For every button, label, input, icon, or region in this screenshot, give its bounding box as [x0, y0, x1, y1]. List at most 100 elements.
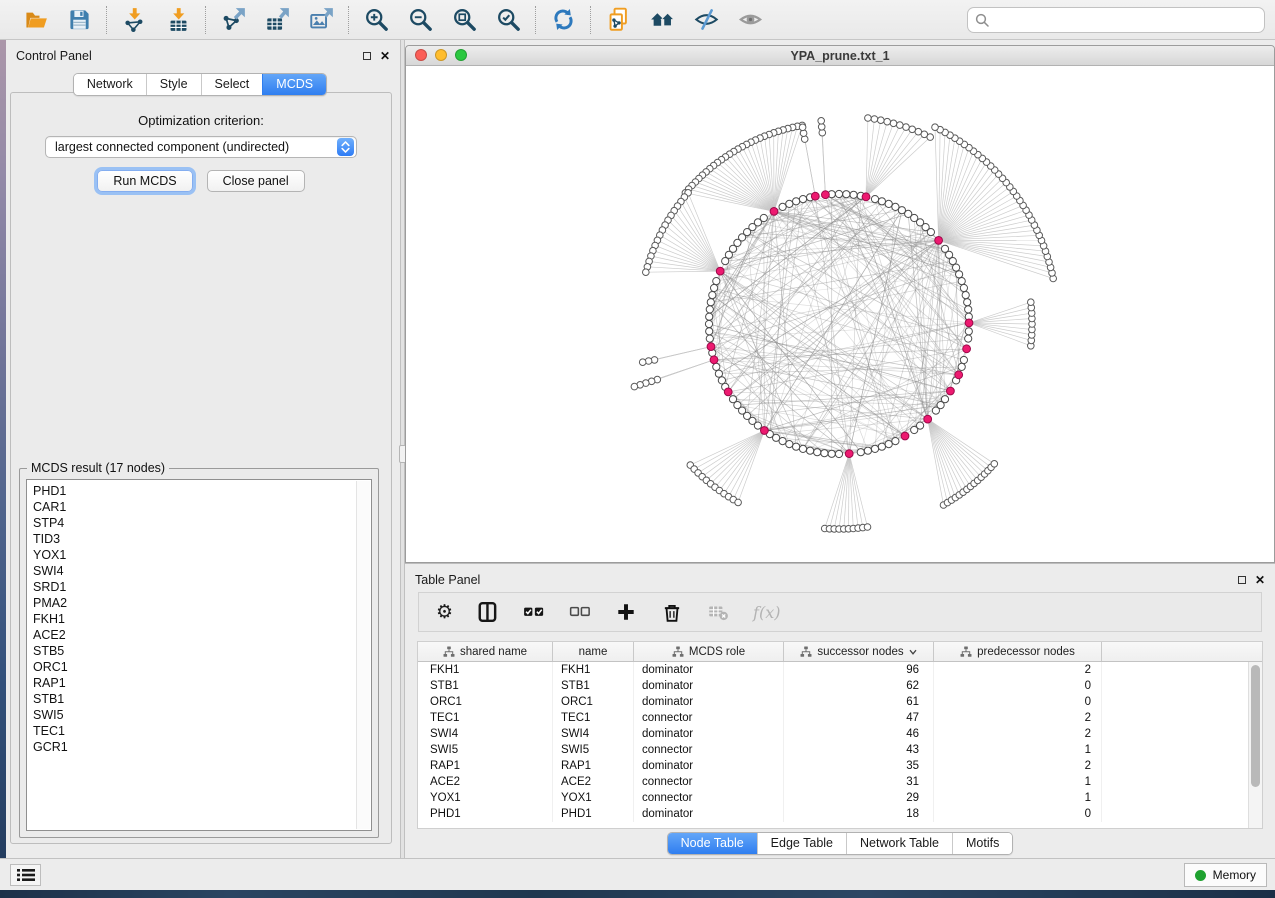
- table-scrollbar[interactable]: [1248, 662, 1262, 828]
- settings-gear-button[interactable]: ⚙: [436, 599, 453, 625]
- deselect-all-button[interactable]: [569, 599, 591, 625]
- zoom-in-icon: [364, 7, 389, 32]
- zoom-fit-button[interactable]: [450, 6, 478, 34]
- toolbar-group: [349, 6, 535, 34]
- table-cell: connector: [634, 790, 784, 806]
- export-image-button[interactable]: [307, 6, 335, 34]
- mcds-result-list[interactable]: PHD1CAR1STP4TID3YOX1SWI4SRD1PMA2FKH1ACE2…: [26, 479, 372, 831]
- mcds-result-item[interactable]: TEC1: [33, 723, 371, 739]
- zoom-in-button[interactable]: [362, 6, 390, 34]
- mcds-result-item[interactable]: SWI4: [33, 563, 371, 579]
- table-cell: RAP1: [418, 758, 553, 774]
- table-row[interactable]: SWI4SWI4dominator462: [418, 726, 1248, 742]
- network-analyzer-button[interactable]: [648, 6, 676, 34]
- mcds-result-item[interactable]: SRD1: [33, 579, 371, 595]
- tab-motifs[interactable]: Motifs: [952, 833, 1012, 854]
- table-cell: 43: [784, 742, 934, 758]
- import-network-button[interactable]: [120, 6, 148, 34]
- table-row[interactable]: SWI5SWI5connector431: [418, 742, 1248, 758]
- network-canvas[interactable]: [406, 66, 1274, 562]
- window-minimize-button[interactable]: [435, 49, 447, 61]
- refresh-button[interactable]: [549, 6, 577, 34]
- window-close-button[interactable]: [415, 49, 427, 61]
- control-panel-float-button[interactable]: [363, 52, 371, 60]
- search-box[interactable]: [967, 7, 1265, 33]
- table-row[interactable]: RAP1RAP1dominator352: [418, 758, 1248, 774]
- mcds-result-item[interactable]: PMA2: [33, 595, 371, 611]
- mcds-result-item[interactable]: STB1: [33, 691, 371, 707]
- table-row[interactable]: STB1STB1dominator620: [418, 678, 1248, 694]
- show-panels-menu-button[interactable]: [10, 864, 41, 886]
- control-panel-titlebar: Control Panel ✕: [6, 40, 400, 68]
- column-label: name: [579, 646, 608, 658]
- mcds-result-item[interactable]: CAR1: [33, 499, 371, 515]
- column-header-mcds-role[interactable]: MCDS role: [634, 642, 784, 661]
- table-row[interactable]: TEC1TEC1connector472: [418, 710, 1248, 726]
- memory-button[interactable]: Memory: [1184, 863, 1267, 887]
- column-header-successor-nodes[interactable]: successor nodes: [784, 642, 934, 661]
- column-header-predecessor-nodes[interactable]: predecessor nodes: [934, 642, 1102, 661]
- mcds-result-item[interactable]: RAP1: [33, 675, 371, 691]
- column-header-name[interactable]: name: [553, 642, 634, 661]
- zoom-fit-icon: [452, 7, 477, 32]
- hide-graphics-button[interactable]: [692, 6, 720, 34]
- mcds-list-scrollbar[interactable]: [356, 481, 370, 829]
- table-row[interactable]: ACE2ACE2connector311: [418, 774, 1248, 790]
- table-row[interactable]: PHD1PHD1dominator180: [418, 806, 1248, 822]
- export-network-button[interactable]: [219, 6, 247, 34]
- table-scrollbar-thumb[interactable]: [1251, 665, 1260, 787]
- close-panel-button[interactable]: Close panel: [207, 170, 305, 192]
- tab-edge-table[interactable]: Edge Table: [757, 833, 846, 854]
- import-table-button[interactable]: [164, 6, 192, 34]
- control-panel-title: Control Panel: [16, 45, 363, 63]
- mcds-result-item[interactable]: SWI5: [33, 707, 371, 723]
- mcds-result-item[interactable]: STB5: [33, 643, 371, 659]
- table-panel-close-button[interactable]: ✕: [1255, 574, 1265, 586]
- table-row[interactable]: ORC1ORC1dominator610: [418, 694, 1248, 710]
- clone-network-button[interactable]: [604, 6, 632, 34]
- tab-select[interactable]: Select: [201, 74, 263, 95]
- search-input[interactable]: [994, 12, 1257, 28]
- tab-style[interactable]: Style: [146, 74, 201, 95]
- tab-node-table[interactable]: Node Table: [668, 833, 757, 854]
- save-button[interactable]: [65, 6, 93, 34]
- zoom-selected-button[interactable]: [494, 6, 522, 34]
- run-mcds-button[interactable]: Run MCDS: [97, 170, 192, 192]
- mcds-result-item[interactable]: FKH1: [33, 611, 371, 627]
- delete-entry-button[interactable]: [661, 599, 683, 625]
- export-table-button[interactable]: [263, 6, 291, 34]
- mcds-result-item[interactable]: PHD1: [33, 483, 371, 499]
- mcds-result-item[interactable]: TID3: [33, 531, 371, 547]
- table-row[interactable]: FKH1FKH1dominator962: [418, 662, 1248, 678]
- optimization-criterion-select[interactable]: largest connected component (undirected): [45, 136, 357, 158]
- optimization-criterion-value: largest connected component (undirected): [46, 140, 337, 154]
- mcds-result-item[interactable]: ACE2: [33, 627, 371, 643]
- settings-gear-icon: ⚙: [436, 603, 453, 622]
- column-header-shared-name[interactable]: shared name: [418, 642, 553, 661]
- mcds-result-item[interactable]: ORC1: [33, 659, 371, 675]
- table-cell: SWI5: [418, 742, 553, 758]
- table-body: FKH1FKH1dominator962STB1STB1dominator620…: [418, 662, 1248, 828]
- function-builder-button[interactable]: f(x): [753, 599, 780, 625]
- mcds-result-item[interactable]: YOX1: [33, 547, 371, 563]
- add-entry-button[interactable]: [615, 599, 637, 625]
- delete-table-button[interactable]: [707, 599, 729, 625]
- network-window-titlebar: YPA_prune.txt_1: [406, 46, 1274, 66]
- tab-network[interactable]: Network: [74, 74, 146, 95]
- control-panel-close-button[interactable]: ✕: [380, 50, 390, 62]
- mcds-result-item[interactable]: STP4: [33, 515, 371, 531]
- select-all-button[interactable]: [523, 599, 545, 625]
- window-zoom-button[interactable]: [455, 49, 467, 61]
- mcds-result-item[interactable]: GCR1: [33, 739, 371, 755]
- refresh-icon: [551, 7, 576, 32]
- zoom-out-button[interactable]: [406, 6, 434, 34]
- tab-mcds[interactable]: MCDS: [262, 74, 326, 95]
- network-graph[interactable]: [406, 66, 1274, 562]
- show-graphics-button[interactable]: [736, 6, 764, 34]
- tab-network-table[interactable]: Network Table: [846, 833, 952, 854]
- table-cell: dominator: [634, 758, 784, 774]
- open-folder-button[interactable]: [21, 6, 49, 34]
- table-row[interactable]: YOX1YOX1connector291: [418, 790, 1248, 806]
- table-panel-float-button[interactable]: [1238, 576, 1246, 584]
- show-columns-button[interactable]: [477, 599, 499, 625]
